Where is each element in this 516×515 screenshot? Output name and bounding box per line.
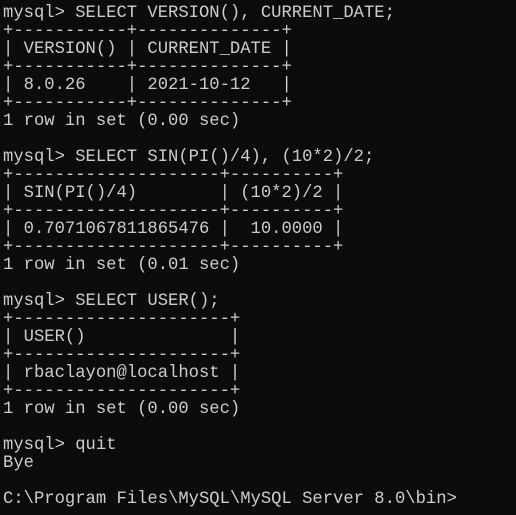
prompt-line: mysql> quit	[3, 436, 117, 455]
table-border: +---------------------+	[3, 310, 241, 329]
table-row: | rbaclayon@localhost |	[3, 364, 241, 383]
table-border: +---------------------+	[3, 382, 241, 401]
result-summary: 1 row in set (0.01 sec)	[3, 256, 241, 275]
table-row: | 8.0.26 | 2021-10-12 |	[3, 76, 292, 95]
table-header-row: | SIN(PI()/4) | (10*2)/2 |	[3, 184, 344, 203]
table-border: +--------------------+----------+	[3, 166, 344, 185]
table-row: | 0.7071067811865476 | 10.0000 |	[3, 220, 344, 239]
table-border: +-----------+--------------+	[3, 22, 292, 41]
prompt-line: mysql> SELECT SIN(PI()/4), (10*2)/2;	[3, 148, 375, 167]
table-header-row: | VERSION() | CURRENT_DATE |	[3, 40, 292, 59]
prompt-line: mysql> SELECT USER();	[3, 292, 220, 311]
terminal-window[interactable]: mysql> SELECT VERSION(), CURRENT_DATE; +…	[0, 0, 516, 515]
table-border: +--------------------+----------+	[3, 238, 344, 257]
command-prompt[interactable]: C:\Program Files\MySQL\MySQL Server 8.0\…	[3, 491, 516, 509]
table-border: +-----------+--------------+	[3, 94, 292, 113]
prompt-line: mysql> SELECT VERSION(), CURRENT_DATE;	[3, 4, 395, 23]
result-summary: 1 row in set (0.00 sec)	[3, 112, 241, 131]
table-border: +-----------+--------------+	[3, 58, 292, 77]
table-header-row: | USER() |	[3, 328, 241, 347]
table-border: +---------------------+	[3, 346, 241, 365]
table-border: +--------------------+----------+	[3, 202, 344, 221]
output-line: Bye	[3, 454, 34, 473]
result-summary: 1 row in set (0.00 sec)	[3, 400, 241, 419]
